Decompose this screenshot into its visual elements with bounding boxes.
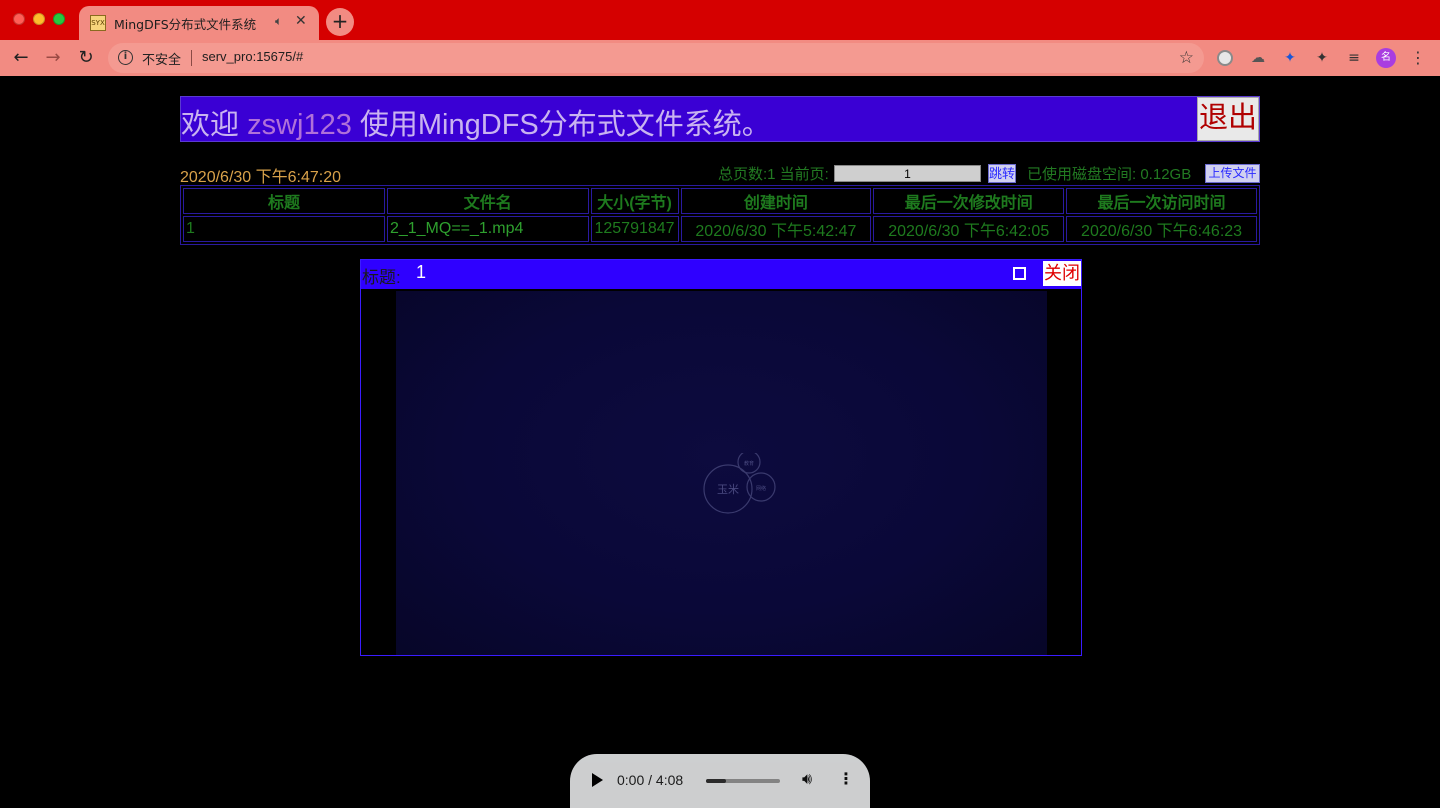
- info-icon[interactable]: i: [118, 50, 133, 65]
- cloud-icon[interactable]: ☁: [1249, 49, 1267, 67]
- browser-tab-bar: SYX MingDFS分布式文件系统 🔈︎ ✕ +: [0, 0, 1440, 40]
- jump-button[interactable]: 跳转: [988, 164, 1016, 183]
- puzzle-blue-icon[interactable]: ✦: [1281, 49, 1299, 67]
- media-queue-icon[interactable]: ≡: [1345, 49, 1363, 67]
- back-arrow-icon[interactable]: ←: [10, 47, 32, 69]
- volume-icon[interactable]: 🔊︎: [802, 769, 812, 789]
- table-row[interactable]: 1 2_1_MQ==_1.mp4 125791847 2020/6/30 下午5…: [183, 216, 1257, 242]
- maximize-icon[interactable]: [1013, 267, 1026, 280]
- tab-favicon-icon: SYX: [90, 15, 106, 31]
- speaker-icon[interactable]: 🔈︎: [275, 14, 282, 29]
- cell-size: 125791847: [590, 216, 679, 242]
- cell-title: 1: [183, 216, 385, 242]
- tab-title: MingDFS分布式文件系统: [114, 17, 257, 32]
- current-datetime: 2020/6/30 下午6:47:20: [180, 169, 342, 186]
- username: zswj123: [247, 109, 352, 141]
- bookmark-star-icon[interactable]: ☆: [1179, 48, 1194, 68]
- cell-created: 2020/6/30 下午5:42:47: [680, 216, 872, 242]
- upload-file-button[interactable]: 上传文件: [1205, 164, 1260, 183]
- browser-toolbar: ← → ↻ i 不安全 serv_pro:15675/# ☆ ☁ ✦ ✦ ≡ 名…: [0, 40, 1440, 76]
- column-header-size: 大小(字节): [590, 188, 679, 214]
- table-header-row: 标题 文件名 大小(字节) 创建时间 最后一次修改时间 最后一次访问时间: [183, 188, 1257, 214]
- column-header-title: 标题: [183, 188, 385, 214]
- extensions-puzzle-icon[interactable]: ✦: [1313, 49, 1331, 67]
- profile-avatar[interactable]: 名: [1376, 48, 1396, 68]
- welcome-prefix: 欢迎: [181, 109, 248, 141]
- chrome-extension-icon[interactable]: [1217, 50, 1233, 66]
- logout-button[interactable]: 退出: [1197, 97, 1259, 141]
- welcome-text: 欢迎 zswj123 使用MingDFS分布式文件系统。: [181, 101, 771, 143]
- audio-player: 0:00 / 4:08 🔊︎ ⋮: [570, 754, 870, 808]
- window-zoom-button[interactable]: [53, 13, 65, 25]
- kebab-menu-icon[interactable]: ⋮: [1410, 48, 1426, 67]
- cell-modified: 2020/6/30 下午6:42:05: [873, 216, 1065, 242]
- address-separator: [191, 50, 192, 66]
- url-text[interactable]: serv_pro:15675/#: [202, 49, 303, 64]
- security-label[interactable]: 不安全: [142, 49, 181, 68]
- window-close-button[interactable]: [13, 13, 25, 25]
- cell-accessed: 2020/6/30 下午6:46:23: [1066, 216, 1257, 242]
- window-minimize-button[interactable]: [33, 13, 45, 25]
- address-bar[interactable]: i 不安全 serv_pro:15675/# ☆: [108, 43, 1204, 73]
- column-header-filename: 文件名: [386, 188, 589, 214]
- logo-main-text: 玉米: [717, 483, 739, 496]
- modal-close-button[interactable]: 关闭: [1043, 261, 1081, 286]
- forward-arrow-icon[interactable]: →: [42, 47, 64, 69]
- audio-progress-fill: [706, 779, 726, 783]
- disk-usage: 已使用磁盘空间: 0.12GB: [1027, 166, 1192, 183]
- logo-small-text-1: 教育: [744, 460, 754, 467]
- play-icon[interactable]: [592, 773, 603, 787]
- welcome-suffix: 使用MingDFS分布式文件系统。: [351, 109, 771, 141]
- audio-time: 0:00 / 4:08: [617, 772, 684, 788]
- file-table: 标题 文件名 大小(字节) 创建时间 最后一次修改时间 最后一次访问时间 1 2…: [180, 185, 1260, 245]
- pager-info: 总页数:1 当前页:: [718, 166, 829, 183]
- column-header-created: 创建时间: [680, 188, 872, 214]
- modal-header[interactable]: 标题: 1 关闭: [361, 260, 1081, 289]
- current-page-input[interactable]: [834, 165, 981, 182]
- tab-close-icon[interactable]: ✕: [295, 13, 307, 29]
- audio-progress-bar[interactable]: [706, 779, 780, 783]
- column-header-accessed: 最后一次访问时间: [1066, 188, 1257, 214]
- welcome-banner: 欢迎 zswj123 使用MingDFS分布式文件系统。 退出: [180, 96, 1260, 142]
- more-options-icon[interactable]: ⋮: [838, 769, 854, 788]
- new-tab-button[interactable]: +: [326, 8, 354, 36]
- modal-title-label: 标题:: [362, 268, 401, 287]
- cell-filename-link[interactable]: 2_1_MQ==_1.mp4: [386, 216, 589, 242]
- reload-icon[interactable]: ↻: [75, 47, 97, 69]
- browser-tab[interactable]: SYX MingDFS分布式文件系统 🔈︎ ✕: [79, 6, 319, 40]
- modal-title-value: 1: [416, 262, 427, 282]
- video-frame[interactable]: 玉米 教育 网络: [396, 291, 1047, 655]
- logo-small-text-2: 网络: [756, 485, 766, 492]
- video-player-modal: 标题: 1 关闭 玉米 教育 网络: [360, 259, 1082, 656]
- column-header-modified: 最后一次修改时间: [873, 188, 1065, 214]
- video-watermark-logo: 玉米 教育 网络: [703, 453, 776, 514]
